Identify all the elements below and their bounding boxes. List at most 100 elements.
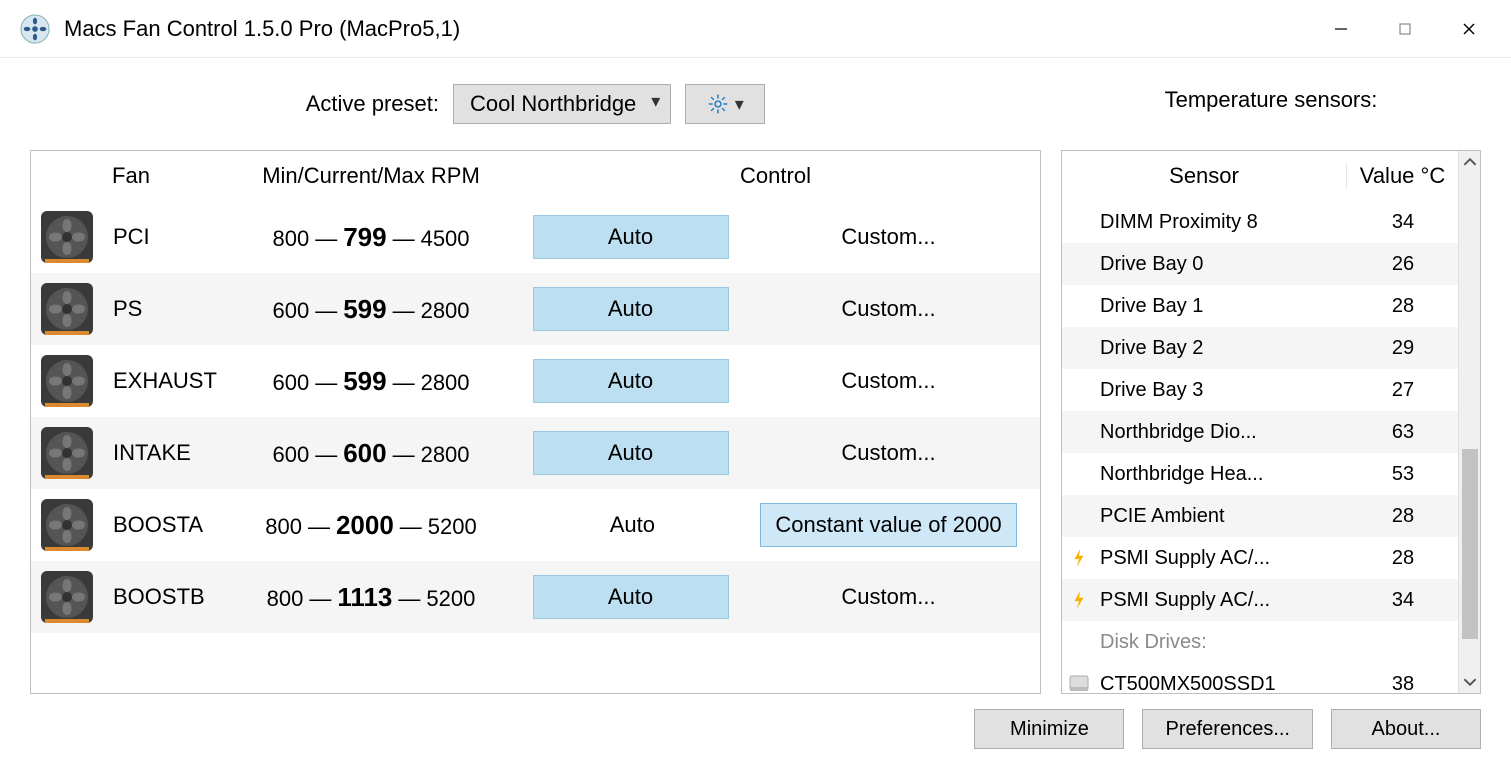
scroll-thumb[interactable]	[1462, 449, 1478, 639]
fan-custom-selected[interactable]: Constant value of 2000	[760, 503, 1016, 547]
window-close-button[interactable]	[1437, 7, 1501, 51]
sensor-row[interactable]: DIMM Proximity 834	[1062, 201, 1458, 243]
sensor-value: 28	[1348, 295, 1458, 318]
preset-row: Active preset: Cool Northbridge ▾	[30, 80, 1041, 128]
scroll-up-icon[interactable]	[1463, 155, 1477, 169]
sensor-group-label: Disk Drives:	[1096, 631, 1348, 654]
window-title: Macs Fan Control 1.5.0 Pro (MacPro5,1)	[64, 16, 1309, 42]
sensor-row[interactable]: Drive Bay 128	[1062, 285, 1458, 327]
sensor-name: Northbridge Dio...	[1096, 421, 1348, 444]
sensor-name: Drive Bay 3	[1096, 379, 1348, 402]
preset-dropdown[interactable]: Cool Northbridge	[453, 84, 671, 124]
fan-name: BOOSTA	[113, 512, 203, 538]
sensor-row[interactable]: PSMI Supply AC/...34	[1062, 579, 1458, 621]
sensor-row[interactable]: Drive Bay 327	[1062, 369, 1458, 411]
fan-icon	[39, 425, 95, 481]
chevron-down-icon: ▾	[735, 94, 744, 115]
fan-custom-button[interactable]: Custom...	[759, 215, 1019, 259]
minimize-button[interactable]: Minimize	[974, 709, 1124, 749]
preset-settings-button[interactable]: ▾	[685, 84, 765, 124]
fan-header-rpm[interactable]: Min/Current/Max RPM	[231, 151, 511, 201]
preferences-button[interactable]: Preferences...	[1142, 709, 1313, 749]
sensor-name: Drive Bay 0	[1096, 253, 1348, 276]
sensor-row[interactable]: CT500MX500SSD138	[1062, 663, 1458, 693]
fan-row: INTAKE 600—600—2800 Auto Custom...	[31, 417, 1040, 489]
sensor-name: PSMI Supply AC/...	[1096, 589, 1348, 612]
fan-auto-button[interactable]: Auto	[533, 575, 729, 619]
fan-auto-button[interactable]: Auto	[533, 359, 729, 403]
sensor-name: Northbridge Hea...	[1096, 463, 1348, 486]
preset-label: Active preset:	[306, 91, 439, 117]
sensor-row[interactable]: PCIE Ambient28	[1062, 495, 1458, 537]
preset-selected: Cool Northbridge	[470, 91, 636, 117]
fan-custom-button[interactable]: Custom...	[759, 575, 1019, 619]
sensor-value: 27	[1348, 379, 1458, 402]
fan-rpm: 600—599—2800	[231, 273, 511, 345]
fan-custom-button[interactable]: Custom...	[759, 287, 1019, 331]
fan-icon	[39, 353, 95, 409]
sensor-value: 26	[1348, 253, 1458, 276]
sensor-row[interactable]: Drive Bay 026	[1062, 243, 1458, 285]
fan-name: BOOSTB	[113, 584, 205, 610]
fan-header-fan[interactable]: Fan	[31, 151, 231, 201]
bolt-icon	[1072, 591, 1086, 609]
fan-icon	[39, 569, 95, 625]
fan-rpm: 800—2000—5200	[231, 489, 511, 561]
bolt-icon	[1072, 549, 1086, 567]
fan-row: PCI 800—799—4500 Auto Custom...	[31, 201, 1040, 273]
window-minimize-button[interactable]	[1309, 7, 1373, 51]
sensor-row[interactable]: Northbridge Dio...63	[1062, 411, 1458, 453]
sensor-header-value[interactable]: Value °C	[1346, 163, 1458, 189]
sensor-panel: Sensor Value °C DIMM Proximity 834Drive …	[1061, 150, 1481, 694]
window-maximize-button[interactable]	[1373, 7, 1437, 51]
sensor-title: Temperature sensors:	[1061, 80, 1481, 128]
sensor-value: 28	[1348, 547, 1458, 570]
fan-auto-button[interactable]: Auto	[534, 503, 730, 547]
sensor-value: 63	[1348, 421, 1458, 444]
about-button[interactable]: About...	[1331, 709, 1481, 749]
fan-auto-button[interactable]: Auto	[533, 215, 729, 259]
sensor-value: 29	[1348, 337, 1458, 360]
sensor-row[interactable]: Drive Bay 229	[1062, 327, 1458, 369]
sensor-value: 28	[1348, 505, 1458, 528]
fan-rpm: 600—599—2800	[231, 345, 511, 417]
sensor-group-row: Disk Drives:	[1062, 621, 1458, 663]
sensor-value: 34	[1348, 589, 1458, 612]
fan-row: BOOSTA 800—2000—5200 Auto Constant value…	[31, 489, 1040, 561]
fan-name: PS	[113, 296, 142, 322]
fan-auto-button[interactable]: Auto	[533, 431, 729, 475]
sensor-header-sensor[interactable]: Sensor	[1062, 163, 1346, 189]
sensor-name: PCIE Ambient	[1096, 505, 1348, 528]
fan-rpm: 800—799—4500	[231, 201, 511, 273]
sensor-name: CT500MX500SSD1	[1096, 673, 1348, 694]
gear-icon	[707, 93, 729, 115]
fan-auto-button[interactable]: Auto	[533, 287, 729, 331]
fan-row: EXHAUST 600—599—2800 Auto Custom...	[31, 345, 1040, 417]
sensor-name: Drive Bay 1	[1096, 295, 1348, 318]
sensor-name: PSMI Supply AC/...	[1096, 547, 1348, 570]
fan-icon	[39, 497, 95, 553]
fan-custom-button[interactable]: Custom...	[759, 431, 1019, 475]
fan-name: PCI	[113, 224, 150, 250]
sensor-name: DIMM Proximity 8	[1096, 211, 1348, 234]
disk-icon	[1069, 675, 1089, 693]
scroll-down-icon[interactable]	[1463, 675, 1477, 689]
fan-icon	[39, 281, 95, 337]
fan-panel: Fan Min/Current/Max RPM Control PCI	[30, 150, 1041, 694]
fan-custom-button[interactable]: Custom...	[759, 359, 1019, 403]
sensor-row[interactable]: PSMI Supply AC/...28	[1062, 537, 1458, 579]
fan-rpm: 800—1113—5200	[231, 561, 511, 633]
fan-row: BOOSTB 800—1113—5200 Auto Custom...	[31, 561, 1040, 633]
fan-header-control[interactable]: Control	[511, 151, 1040, 201]
sensor-name: Drive Bay 2	[1096, 337, 1348, 360]
fan-name: INTAKE	[113, 440, 191, 466]
sensor-scrollbar[interactable]	[1458, 151, 1480, 693]
fan-rpm: 600—600—2800	[231, 417, 511, 489]
titlebar: Macs Fan Control 1.5.0 Pro (MacPro5,1)	[0, 0, 1511, 58]
app-icon	[20, 14, 50, 44]
fan-name: EXHAUST	[113, 368, 217, 394]
fan-icon	[39, 209, 95, 265]
sensor-row[interactable]: Northbridge Hea...53	[1062, 453, 1458, 495]
footer: Minimize Preferences... About...	[0, 694, 1511, 764]
fan-row: PS 600—599—2800 Auto Custom...	[31, 273, 1040, 345]
